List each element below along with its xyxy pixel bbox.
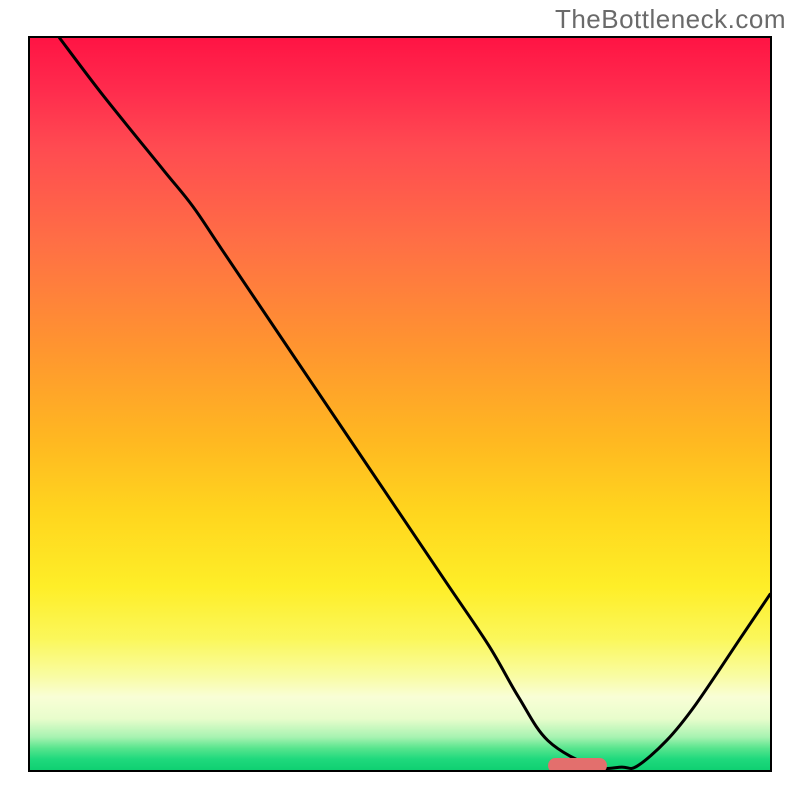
curve-layer bbox=[30, 38, 770, 770]
bottleneck-curve bbox=[60, 38, 770, 768]
plot-area bbox=[28, 36, 772, 772]
watermark-text: TheBottleneck.com bbox=[555, 4, 786, 35]
chart-stage: TheBottleneck.com bbox=[0, 0, 800, 800]
optimal-marker bbox=[548, 758, 607, 772]
